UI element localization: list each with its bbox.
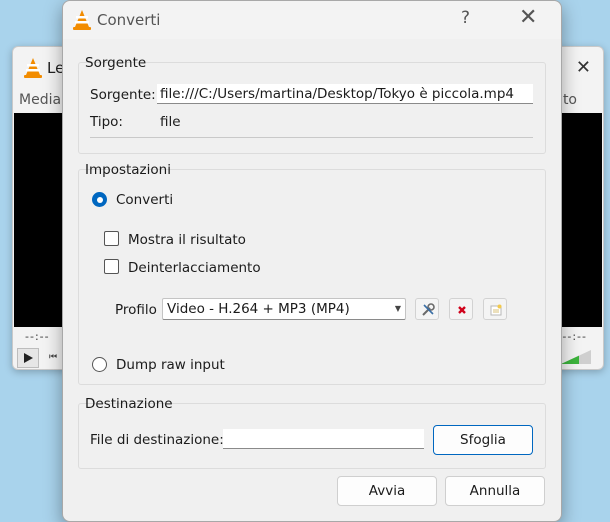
vlc-volume-icon[interactable] <box>561 350 593 368</box>
type-label: Tipo: <box>90 114 123 130</box>
vlc-menu-media[interactable]: Media <box>19 92 61 108</box>
source-separator <box>90 137 533 138</box>
help-icon[interactable]: ? <box>461 8 470 28</box>
chevron-down-icon: ▼ <box>394 304 401 313</box>
show-output-checkbox[interactable] <box>104 231 119 246</box>
source-group-title: Sorgente <box>85 55 147 71</box>
vlc-play-button[interactable] <box>17 348 39 368</box>
new-profile-button[interactable] <box>483 298 507 320</box>
vlc-video-area-left <box>14 113 66 327</box>
deinterlace-checkbox[interactable] <box>104 259 119 274</box>
close-icon[interactable]: ✕ <box>519 5 537 30</box>
start-button[interactable]: Avvia <box>337 476 437 506</box>
vlc-cone-icon <box>23 57 43 83</box>
type-value: file <box>160 114 181 130</box>
dialog-title: Converti <box>97 11 161 29</box>
destination-file-label: File di destinazione: <box>90 432 224 448</box>
dialog-titlebar: Converti ? ✕ <box>63 1 561 39</box>
vlc-menu-aiuto[interactable]: to <box>563 92 577 108</box>
vlc-previous-icon[interactable]: ⏮ <box>43 348 63 366</box>
deinterlace-label[interactable]: Deinterlacciamento <box>128 260 261 276</box>
convert-radio[interactable] <box>92 192 107 207</box>
vlc-close-icon[interactable]: ✕ <box>576 57 591 78</box>
settings-group-title: Impostazioni <box>85 162 171 178</box>
vlc-total-time: --:-- <box>562 330 587 343</box>
profile-select-value: Video - H.264 + MP3 (MP4) <box>167 301 350 317</box>
dump-raw-radio[interactable] <box>92 357 107 372</box>
source-path-field[interactable]: file:///C:/Users/martina/Desktop/Tokyo è… <box>157 84 533 104</box>
source-label: Sorgente: <box>90 87 156 103</box>
show-output-label[interactable]: Mostra il risultato <box>128 232 246 248</box>
vlc-cone-icon <box>72 9 92 35</box>
convert-dialog: Converti ? ✕ Sorgente Sorgente: file:///… <box>62 0 562 522</box>
destination-file-field[interactable] <box>223 429 424 449</box>
profile-select[interactable]: Video - H.264 + MP3 (MP4) ▼ <box>162 298 406 320</box>
vlc-video-area-right <box>560 113 602 327</box>
vlc-elapsed-time: --:-- <box>25 330 50 343</box>
cancel-button[interactable]: Annulla <box>445 476 545 506</box>
dump-raw-label[interactable]: Dump raw input <box>116 357 225 373</box>
edit-profile-button[interactable] <box>415 298 439 320</box>
delete-profile-button[interactable] <box>449 298 473 320</box>
source-group <box>78 62 546 154</box>
destination-group-title: Destinazione <box>85 396 173 412</box>
browse-button[interactable]: Sfoglia <box>433 425 533 455</box>
profile-label: Profilo <box>115 302 157 318</box>
convert-radio-label[interactable]: Converti <box>116 192 173 208</box>
